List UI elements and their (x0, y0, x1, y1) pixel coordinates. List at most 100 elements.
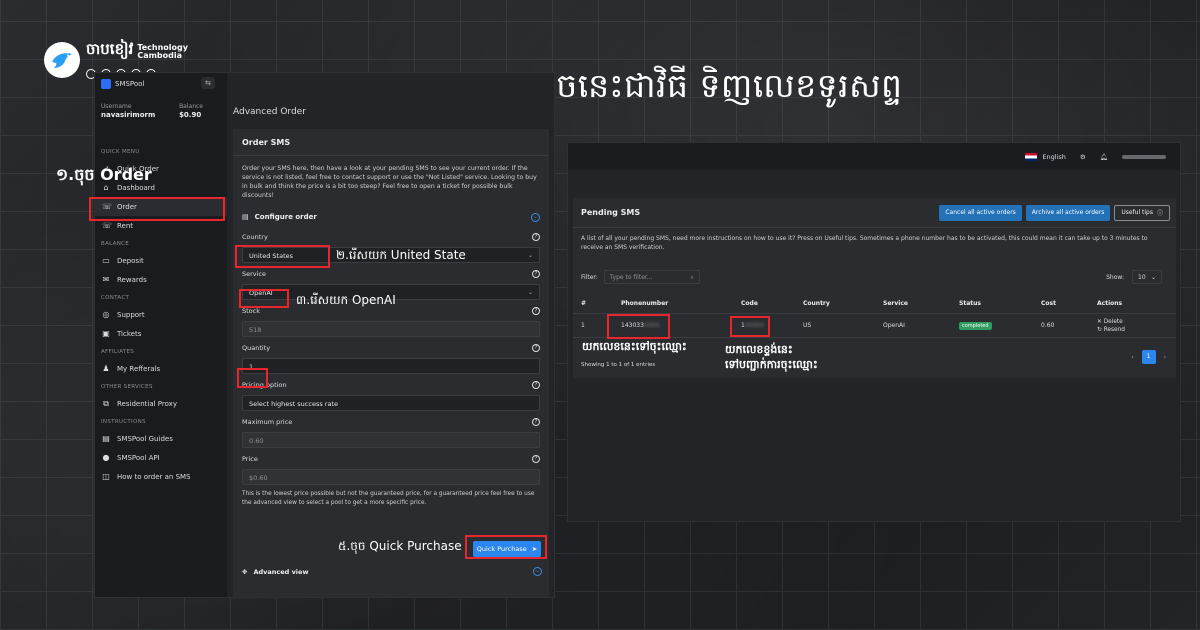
sidebar-item-rewards[interactable]: ✉ Rewards (95, 270, 227, 289)
book-open-icon: ◫ (102, 471, 110, 481)
sidebar-item-label: My Refferals (117, 364, 161, 373)
help-icon[interactable]: ? (532, 418, 540, 426)
search-icon: ⌕ (690, 274, 694, 281)
brand-name-km: ចាបខៀវ (86, 40, 134, 58)
column-header[interactable]: Service (875, 300, 951, 307)
card-title: Order SMS (233, 129, 549, 156)
stock-field: 518 (242, 321, 540, 337)
uk-flag-icon (1025, 152, 1038, 161)
table-footer: Showing 1 to 1 of 1 entries (581, 362, 656, 368)
price-note: This is the lowest price possible but no… (242, 491, 535, 506)
sidebar-item-my-refferals[interactable]: ♟ My Refferals (95, 359, 227, 378)
highlight-order (89, 197, 225, 221)
order-sms-screenshot: SMSPool ⇆ Username navasirimorm Balance … (94, 72, 555, 598)
order-sms-card: Order SMS Order your SMS here, then have… (233, 129, 549, 597)
highlight-code (730, 316, 770, 337)
column-header[interactable]: # (573, 300, 613, 307)
price-label: Price (242, 455, 258, 463)
column-header[interactable]: Country (795, 300, 875, 307)
advanced-view-label: Advanced view (253, 567, 309, 576)
column-header[interactable]: Status (951, 300, 1033, 307)
sidebar-item-label: Rent (117, 221, 134, 230)
delete-action[interactable]: ✕ Delete (1097, 319, 1176, 325)
sidebar-item-smspool-guides[interactable]: ▤ SMSPool Guides (95, 429, 227, 448)
show-label: Show: (1106, 273, 1124, 281)
language-switch[interactable]: English (1025, 152, 1066, 161)
sidebar-menu: QUICK MENU ➶ Quick Order ⌂ Dashboard ☏ Order ☏ R… (95, 143, 227, 486)
bird-logo-icon (44, 42, 80, 78)
sidebar-item-deposit[interactable]: ▭ Deposit (95, 251, 227, 270)
advanced-view-row[interactable]: ✥ Advanced view ⌄ (242, 567, 542, 576)
settings-icon[interactable]: ⚙ (1080, 153, 1086, 161)
table-header: # Phonenumber Code Country Service Status Cost… (573, 294, 1176, 314)
column-header[interactable]: Actions (1089, 300, 1176, 307)
maximum-price-input[interactable]: 0.60 (242, 432, 540, 448)
sidebar-section-label: AFFILIATES (101, 349, 135, 355)
filter-input[interactable]: Type to filter... ⌕ (603, 270, 700, 284)
next-page-icon[interactable]: › (1164, 354, 1166, 361)
app-logo-icon (101, 79, 111, 89)
annotation-step3: ៣.រើសយក OpenAI (296, 293, 396, 307)
country-label: Country (242, 233, 268, 241)
bell-icon[interactable]: 🔔︎ (1100, 153, 1108, 161)
help-icon[interactable]: ? (532, 344, 540, 352)
price-field: $0.60 (242, 469, 540, 485)
chevron-down-icon[interactable]: ⌄ (533, 567, 542, 576)
page-current[interactable]: 1 (1141, 350, 1156, 364)
help-icon[interactable]: ? (532, 233, 540, 241)
help-icon[interactable]: ? (532, 455, 540, 463)
pricing-option-select[interactable]: Select highest success rate (242, 395, 540, 411)
configure-order-label: Configure order (254, 213, 317, 221)
help-icon[interactable]: ? (532, 270, 540, 278)
useful-tips-button[interactable]: Useful tips ⓘ (1114, 204, 1170, 221)
column-header[interactable]: Cost (1033, 300, 1089, 307)
proxy-icon: ⧉ (103, 398, 109, 408)
sidebar-item-how-to-order-an-sms[interactable]: ◫ How to order an SMS (95, 467, 227, 486)
maximum-price-value: 0.60 (249, 437, 264, 445)
configure-order-row[interactable]: ▤ Configure order ⌄ (233, 206, 549, 226)
sidebar-item-label: Rewards (117, 275, 147, 284)
sidebar-item-tickets[interactable]: ▣ Tickets (95, 324, 227, 343)
balance-value: $0.90 (179, 111, 202, 119)
resend-action[interactable]: ↻ Resend (1097, 327, 1176, 333)
user-summary: Username navasirimorm Balance $0.90 (95, 95, 227, 143)
show-select[interactable]: 10 ⌄ (1132, 270, 1162, 284)
price-value: $0.60 (249, 474, 268, 482)
pending-sms-description: A list of all your pending SMS, need mor… (581, 235, 1148, 251)
sidebar-item-residential-proxy[interactable]: ⧉ Residential Proxy (95, 394, 227, 413)
filter-placeholder: Type to filter... (609, 274, 653, 281)
sidebar-item-support[interactable]: ◎ Support (95, 305, 227, 324)
chevron-down-icon[interactable]: ⌄ (531, 212, 540, 222)
quantity-input[interactable]: 1 (242, 358, 540, 374)
sidebar-item-label: Deposit (117, 256, 144, 265)
resend-label: Resend (1103, 326, 1125, 333)
pagination: ‹ 1 › (1131, 350, 1166, 364)
annotation-code-note-2: ទៅបញ្ជាក់ការចុះឈ្មោះ (725, 358, 818, 371)
archive-all-button[interactable]: Archive all active orders (1025, 204, 1111, 221)
user-menu[interactable] (1122, 154, 1166, 159)
page-title: Advanced Order (233, 107, 306, 117)
service-cell: OpenAI (883, 322, 905, 329)
api-icon: ● (102, 452, 110, 462)
username-label: Username (101, 103, 132, 110)
users-icon: ♟ (102, 363, 110, 373)
sidebar-item-label: Tickets (117, 329, 142, 338)
lifebuoy-icon: ◎ (102, 309, 110, 319)
help-icon[interactable]: ? (532, 307, 540, 315)
sidebar-toggle-icon[interactable]: ⇆ (201, 77, 215, 89)
cancel-all-button[interactable]: Cancel all active orders (939, 204, 1022, 221)
highlight-country (235, 245, 330, 268)
prev-page-icon[interactable]: ‹ (1131, 354, 1133, 361)
sidebar-item-smspool-api[interactable]: ● SMSPool API (95, 448, 227, 467)
pricing-option-value: Select highest success rate (249, 400, 338, 408)
gift-icon: ✉ (102, 274, 110, 284)
main-content: Advanced Order Order SMS Order your SMS … (227, 73, 554, 597)
maximum-price-label: Maximum price (242, 418, 293, 426)
caret-down-icon: ⌄ (1150, 274, 1156, 281)
column-header[interactable]: Phonenumber (613, 300, 733, 307)
show-value: 10 (1138, 274, 1146, 281)
help-icon[interactable]: ? (532, 381, 540, 389)
app-logo-text: SMSPool (115, 80, 145, 88)
useful-tips-label: Useful tips (1121, 209, 1153, 216)
column-header[interactable]: Code (733, 300, 795, 307)
